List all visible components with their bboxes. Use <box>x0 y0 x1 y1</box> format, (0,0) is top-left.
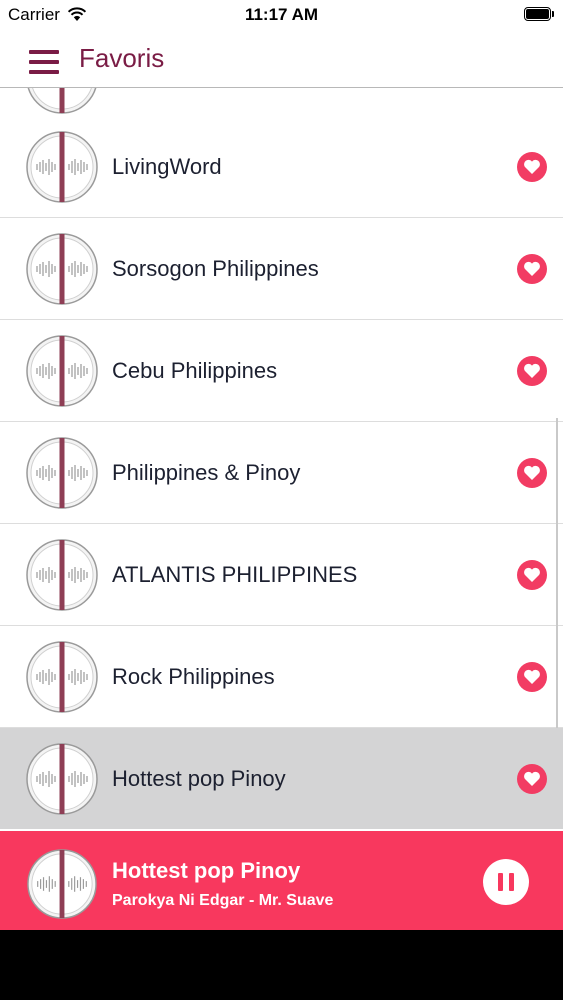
station-name: ATLANTIS PHILIPPINES <box>112 562 358 587</box>
list-item-partial[interactable] <box>0 88 563 117</box>
now-playing-title: Hottest pop Pinoy <box>112 858 301 883</box>
station-row-selected[interactable]: Hottest pop Pinoy <box>0 728 563 829</box>
favorite-button[interactable] <box>517 458 547 488</box>
favorite-button[interactable] <box>517 356 547 386</box>
pause-button[interactable] <box>483 859 529 905</box>
radio-logo-icon <box>26 335 98 407</box>
station-row[interactable]: Cebu Philippines <box>0 320 563 422</box>
nav-bar: Favoris <box>0 30 563 88</box>
heart-icon <box>524 669 540 684</box>
station-row[interactable]: ATLANTIS PHILIPPINES <box>0 524 563 626</box>
menu-button[interactable] <box>29 50 59 74</box>
favorite-button[interactable] <box>517 764 547 794</box>
heart-icon <box>524 261 540 276</box>
heart-icon <box>524 771 540 786</box>
scroll-indicator[interactable] <box>556 418 558 728</box>
pause-icon <box>498 873 503 891</box>
station-name: Sorsogon Philippines <box>112 256 319 281</box>
favorites-list[interactable]: LivingWord Sorsogon Philippines Cebu Phi… <box>0 88 563 831</box>
station-name: LivingWord <box>112 154 222 179</box>
radio-logo-icon <box>27 849 97 919</box>
favorite-button[interactable] <box>517 254 547 284</box>
menu-icon <box>29 50 59 54</box>
now-playing-subtitle: Parokya Ni Edgar - Mr. Suave <box>112 892 334 909</box>
station-name: Cebu Philippines <box>112 358 278 383</box>
radio-logo-icon <box>26 437 98 509</box>
clock: 11:17 AM <box>244 5 319 24</box>
now-playing-bar[interactable]: Hottest pop Pinoy Parokya Ni Edgar - Mr.… <box>0 831 563 930</box>
station-row[interactable]: Rock Philippines <box>0 626 563 728</box>
heart-icon <box>524 159 540 174</box>
radio-logo-icon <box>26 743 98 815</box>
station-name: Rock Philippines <box>112 664 275 689</box>
radio-logo-icon <box>26 641 98 713</box>
station-name: Hottest pop Pinoy <box>112 766 286 791</box>
bottom-bar <box>0 930 563 1000</box>
station-row[interactable]: LivingWord <box>0 116 563 218</box>
station-row[interactable]: Philippines & Pinoy <box>0 422 563 524</box>
heart-icon <box>524 567 540 582</box>
radio-logo-icon <box>26 88 98 114</box>
heart-icon <box>524 363 540 378</box>
radio-logo-icon <box>26 539 98 611</box>
battery-icon <box>524 7 554 21</box>
heart-icon <box>524 465 540 480</box>
favorite-button[interactable] <box>517 152 547 182</box>
favorite-button[interactable] <box>517 560 547 590</box>
favorite-button[interactable] <box>517 662 547 692</box>
station-name: Philippines & Pinoy <box>112 460 301 485</box>
station-row[interactable]: Sorsogon Philippines <box>0 218 563 320</box>
radio-logo-icon <box>26 233 98 305</box>
radio-logo-icon <box>26 131 98 203</box>
page-title: Favoris <box>79 43 165 73</box>
status-bar: Carrier 11:17 AM <box>0 0 563 30</box>
